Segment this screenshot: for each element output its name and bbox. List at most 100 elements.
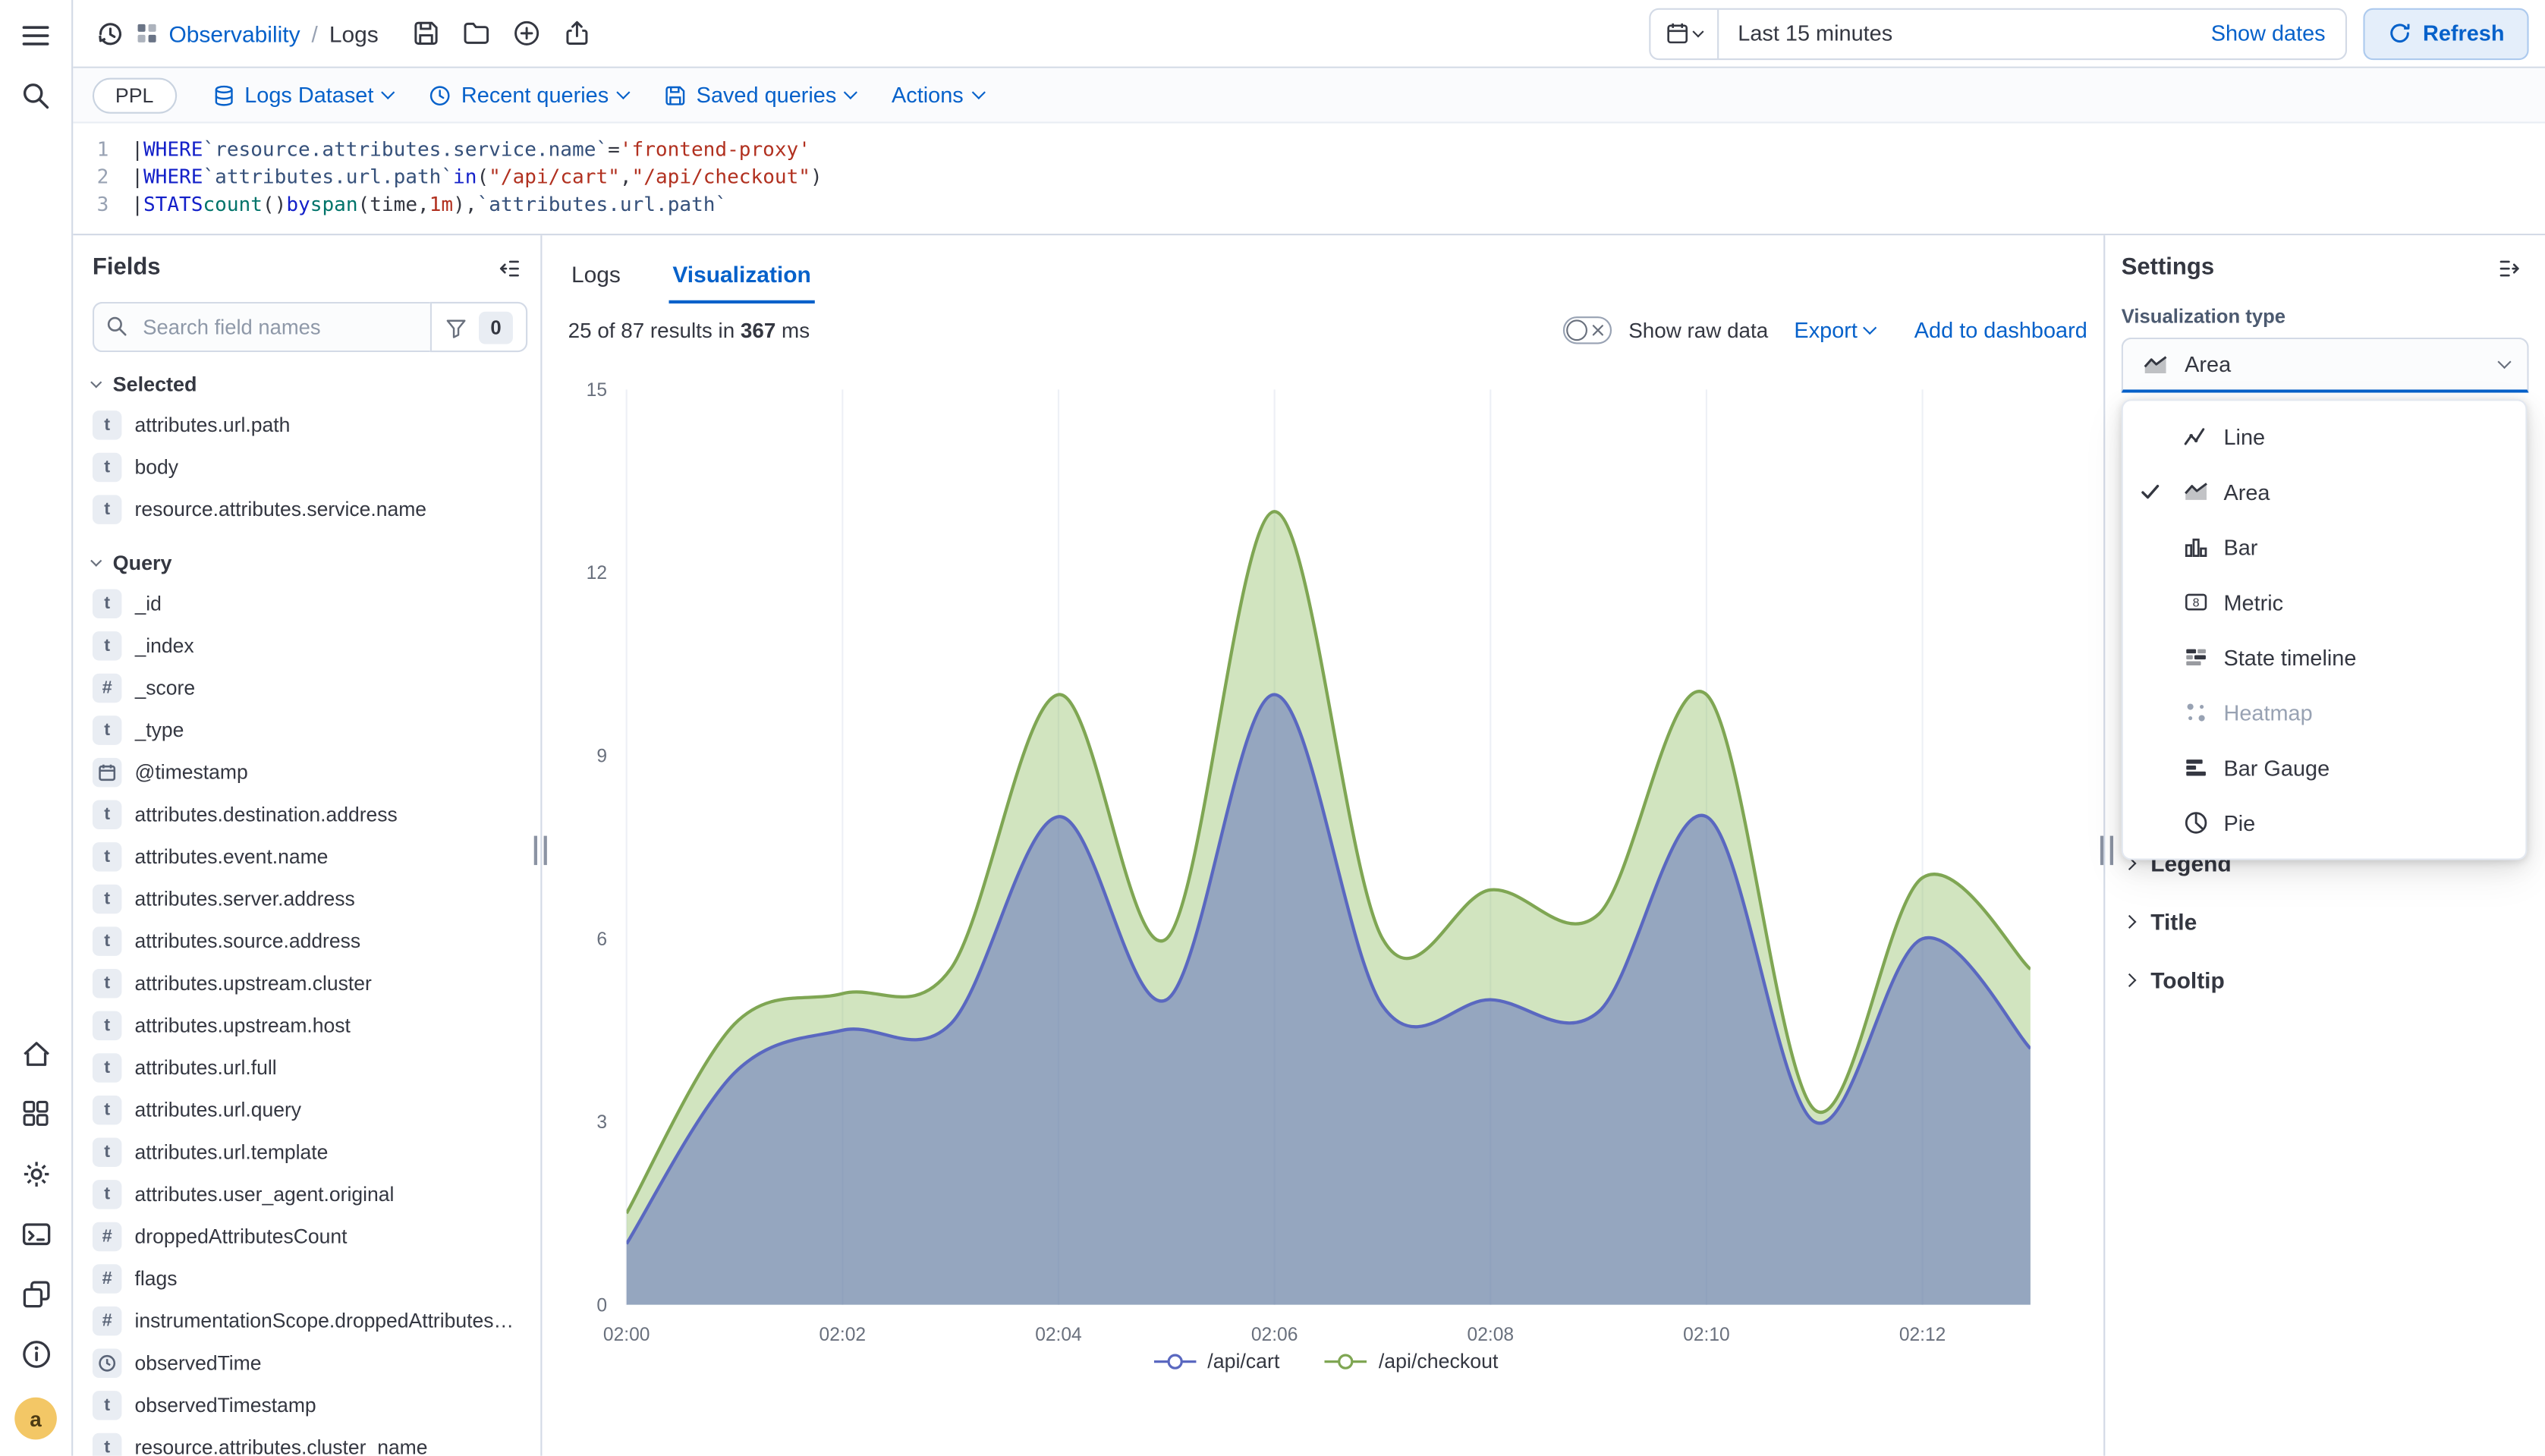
save-icon bbox=[664, 83, 687, 106]
recent-history-icon[interactable] bbox=[90, 12, 132, 55]
field-type-icon: t bbox=[93, 1433, 122, 1456]
line-number: 2 bbox=[73, 164, 131, 191]
field-search-input[interactable] bbox=[93, 302, 430, 352]
field-type-icon: t bbox=[93, 969, 122, 998]
field-item[interactable]: t_index bbox=[93, 625, 527, 668]
field-item[interactable]: tattributes.url.template bbox=[93, 1131, 527, 1174]
menu-icon[interactable] bbox=[18, 20, 54, 52]
legend-item[interactable]: /api/cart bbox=[1154, 1351, 1280, 1373]
field-item[interactable]: tobservedTimestamp bbox=[93, 1385, 527, 1427]
chevron-down-icon bbox=[616, 86, 630, 99]
user-avatar[interactable]: a bbox=[14, 1398, 57, 1440]
field-item[interactable]: tattributes.upstream.cluster bbox=[93, 962, 527, 1005]
field-item[interactable]: tattributes.server.address bbox=[93, 878, 527, 920]
field-item[interactable]: tattributes.source.address bbox=[93, 920, 527, 963]
quick-select-calendar-icon[interactable] bbox=[1650, 9, 1719, 58]
viz-option-bar-gauge[interactable]: Bar Gauge bbox=[2123, 740, 2525, 795]
query-language-badge[interactable]: PPL bbox=[93, 77, 176, 113]
fields-resize-handle[interactable] bbox=[534, 836, 547, 866]
viz-option-area[interactable]: Area bbox=[2123, 464, 2525, 520]
info-icon[interactable] bbox=[18, 1338, 54, 1370]
bar-gauge-icon bbox=[2182, 755, 2211, 781]
integrations-icon[interactable] bbox=[18, 1277, 54, 1310]
refresh-button[interactable]: Refresh bbox=[2363, 8, 2529, 59]
dataset-selector[interactable]: Logs Dataset bbox=[212, 83, 393, 107]
viz-option-bar[interactable]: Bar bbox=[2123, 519, 2525, 574]
query-line[interactable]: 3| STATS count() by span(time, 1m), `att… bbox=[73, 191, 2545, 219]
show-raw-data-label: Show raw data bbox=[1628, 318, 1768, 342]
viz-option-line[interactable]: Line bbox=[2123, 409, 2525, 464]
field-type-icon: t bbox=[93, 842, 122, 872]
accordion-title[interactable]: Title bbox=[2122, 892, 2529, 951]
viz-option-state-timeline[interactable]: State timeline bbox=[2123, 630, 2525, 685]
visualization-chart[interactable]: 0369121502:0002:0202:0402:0602:0802:1002… bbox=[565, 373, 2087, 1373]
field-item[interactable]: observedTime bbox=[93, 1342, 527, 1385]
accordion-tooltip[interactable]: Tooltip bbox=[2122, 951, 2529, 1009]
recent-queries-button[interactable]: Recent queries bbox=[429, 83, 628, 107]
add-to-dashboard-button[interactable]: Add to dashboard bbox=[1914, 318, 2087, 342]
viz-option-pie[interactable]: Pie bbox=[2123, 795, 2525, 851]
visualization-type-select[interactable]: Area bbox=[2122, 338, 2529, 393]
field-item[interactable]: #_score bbox=[93, 667, 527, 709]
apps-grid-icon[interactable] bbox=[18, 1097, 54, 1130]
field-item[interactable]: tresource.attributes.cluster_name bbox=[93, 1426, 527, 1456]
dev-console-icon[interactable] bbox=[18, 1217, 54, 1250]
query-line[interactable]: 1| WHERE `resource.attributes.service.na… bbox=[73, 137, 2545, 164]
field-item[interactable]: tattributes.url.path bbox=[93, 404, 527, 447]
tab-visualization[interactable]: Visualization bbox=[669, 248, 814, 303]
recent-queries-label: Recent queries bbox=[461, 83, 609, 107]
field-type-icon bbox=[93, 758, 122, 788]
viz-option-metric[interactable]: 8Metric bbox=[2123, 574, 2525, 630]
field-item[interactable]: tattributes.destination.address bbox=[93, 794, 527, 836]
export-button[interactable]: Export bbox=[1794, 318, 1875, 342]
legend-item[interactable]: /api/checkout bbox=[1325, 1351, 1498, 1373]
chevron-down-icon bbox=[844, 86, 857, 99]
check-icon bbox=[2139, 480, 2169, 503]
share-icon[interactable] bbox=[555, 12, 598, 55]
home-icon[interactable] bbox=[18, 1037, 54, 1070]
field-item[interactable]: tattributes.user_agent.original bbox=[93, 1174, 527, 1216]
field-search: 0 bbox=[93, 302, 527, 352]
field-item[interactable]: @timestamp bbox=[93, 751, 527, 794]
search-icon[interactable] bbox=[18, 80, 54, 112]
field-item[interactable]: tattributes.url.full bbox=[93, 1047, 527, 1090]
field-item[interactable]: #flags bbox=[93, 1258, 527, 1300]
collapse-fields-icon[interactable] bbox=[492, 252, 524, 285]
save-icon[interactable] bbox=[404, 12, 447, 55]
actions-label: Actions bbox=[892, 83, 964, 107]
field-type-icon: t bbox=[93, 589, 122, 618]
field-item[interactable]: tattributes.url.query bbox=[93, 1089, 527, 1131]
field-item[interactable]: t_type bbox=[93, 709, 527, 752]
query-editor[interactable]: 1| WHERE `resource.attributes.service.na… bbox=[73, 124, 2545, 236]
field-type-icon: t bbox=[93, 885, 122, 914]
search-icon bbox=[105, 315, 128, 338]
open-folder-icon[interactable] bbox=[455, 12, 497, 55]
field-item[interactable]: tattributes.upstream.host bbox=[93, 1005, 527, 1047]
actions-button[interactable]: Actions bbox=[892, 83, 983, 107]
show-dates-button[interactable]: Show dates bbox=[2191, 21, 2345, 46]
viz-option-heatmap[interactable]: Heatmap bbox=[2123, 685, 2525, 741]
field-section-selected[interactable]: Selected bbox=[93, 373, 527, 396]
saved-queries-button[interactable]: Saved queries bbox=[664, 83, 856, 107]
settings-resize-handle[interactable] bbox=[2100, 836, 2113, 866]
field-type-icon bbox=[93, 1349, 122, 1379]
time-range-button[interactable]: Last 15 minutes bbox=[1719, 21, 2191, 46]
breadcrumb-observability[interactable]: Observability bbox=[168, 20, 300, 46]
clock-icon bbox=[429, 83, 451, 106]
field-item[interactable]: tbody bbox=[93, 446, 527, 489]
field-item[interactable]: #instrumentationScope.droppedAttributesC… bbox=[93, 1300, 527, 1342]
show-raw-data-toggle[interactable] bbox=[1564, 316, 1612, 344]
line-number: 3 bbox=[73, 191, 131, 219]
field-item[interactable]: tresource.attributes.service.name bbox=[93, 489, 527, 531]
field-item[interactable]: tattributes.event.name bbox=[93, 836, 527, 879]
tab-logs[interactable]: Logs bbox=[568, 248, 624, 303]
query-line[interactable]: 2| WHERE `attributes.url.path` in ("/api… bbox=[73, 164, 2545, 191]
field-item[interactable]: #droppedAttributesCount bbox=[93, 1215, 527, 1258]
field-filter-button[interactable]: 0 bbox=[430, 302, 527, 352]
new-item-icon[interactable] bbox=[505, 12, 548, 55]
field-item[interactable]: t_id bbox=[93, 583, 527, 625]
collapse-settings-icon[interactable] bbox=[2493, 252, 2526, 285]
field-section-query[interactable]: Query bbox=[93, 552, 527, 574]
settings-gear-icon[interactable] bbox=[18, 1157, 54, 1190]
chevron-down-icon bbox=[91, 377, 102, 388]
